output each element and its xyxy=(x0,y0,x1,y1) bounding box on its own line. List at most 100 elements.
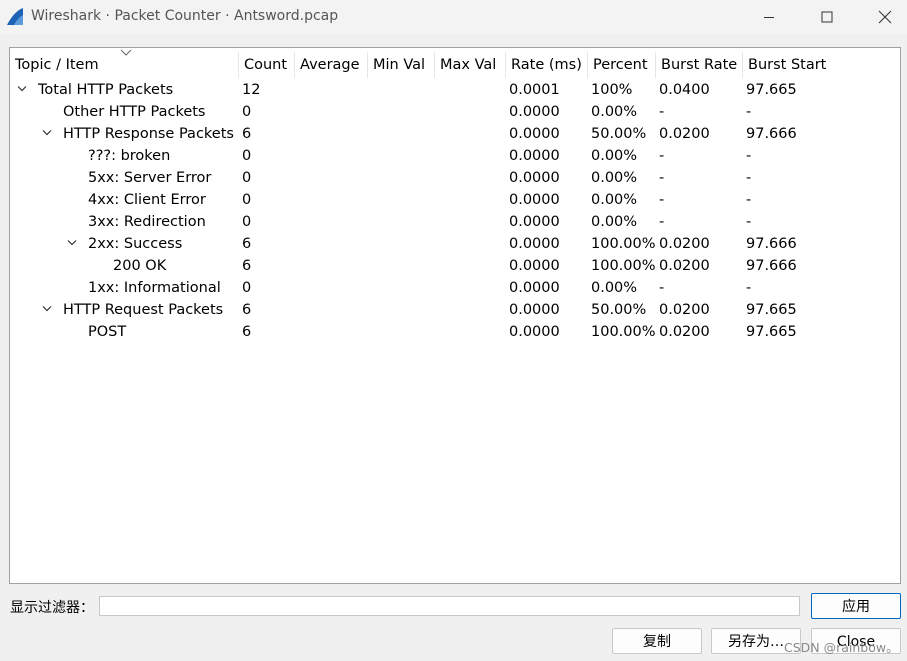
burst-start-value: 97.666 xyxy=(746,126,797,142)
burst-rate-value: 0.0200 xyxy=(659,324,710,340)
column-header-rate[interactable]: Rate (ms) xyxy=(506,52,588,78)
percent-value: 50.00% xyxy=(591,302,647,318)
chevron-down-icon[interactable] xyxy=(17,85,27,93)
column-header-topic[interactable]: Topic / Item xyxy=(10,52,239,78)
rate-value: 0.0000 xyxy=(509,324,560,340)
window-title: Wireshark · Packet Counter · Antsword.pc… xyxy=(31,8,339,24)
chevron-down-icon[interactable] xyxy=(42,129,52,137)
rate-value: 0.0000 xyxy=(509,258,560,274)
item-label: HTTP Request Packets xyxy=(63,302,224,318)
burst-start-value: 97.666 xyxy=(746,236,797,252)
item-label: 2xx: Success xyxy=(88,236,183,252)
column-header-burst-start[interactable]: Burst Start xyxy=(743,52,900,78)
column-header-min-val[interactable]: Min Val xyxy=(368,52,435,78)
minimize-button[interactable] xyxy=(746,0,792,34)
item-label: HTTP Response Packets xyxy=(63,126,234,142)
table-header: Topic / Item Count Average Min Val Max V… xyxy=(10,52,900,78)
count-value: 6 xyxy=(242,236,252,252)
count-value: 0 xyxy=(242,280,252,296)
burst-start-value: - xyxy=(746,148,752,164)
table-row[interactable]: 5xx: Server Error 0 0.0000 0.00% - - xyxy=(10,167,900,189)
burst-start-value: 97.665 xyxy=(746,302,797,318)
minimize-icon xyxy=(764,17,774,18)
rate-value: 0.0000 xyxy=(509,170,560,186)
item-label: POST xyxy=(88,324,127,340)
packet-counter-tree[interactable]: Topic / Item Count Average Min Val Max V… xyxy=(9,47,901,584)
item-label: 5xx: Server Error xyxy=(88,170,212,186)
table-row[interactable]: ???: broken 0 0.0000 0.00% - - xyxy=(10,145,900,167)
burst-start-value: - xyxy=(746,192,752,208)
table-row[interactable]: POST 6 0.0000 100.00% 0.0200 97.665 xyxy=(10,321,900,343)
burst-rate-value: - xyxy=(659,104,665,120)
column-header-average[interactable]: Average xyxy=(295,52,368,78)
table-row[interactable]: Total HTTP Packets 12 0.0001 100% 0.0400… xyxy=(10,79,900,101)
rate-value: 0.0001 xyxy=(509,82,560,98)
burst-rate-value: 0.0400 xyxy=(659,82,710,98)
item-label: 3xx: Redirection xyxy=(88,214,206,230)
copy-button[interactable]: 复制 xyxy=(612,628,702,654)
item-label: ???: broken xyxy=(88,148,171,164)
burst-start-value: - xyxy=(746,104,752,120)
shark-fin-icon xyxy=(7,8,23,25)
table-row[interactable]: 2xx: Success 6 0.0000 100.00% 0.0200 97.… xyxy=(10,233,900,255)
percent-value: 100% xyxy=(591,82,633,98)
column-header-burst-rate[interactable]: Burst Rate xyxy=(656,52,743,78)
table-row[interactable]: HTTP Request Packets 6 0.0000 50.00% 0.0… xyxy=(10,299,900,321)
rate-value: 0.0000 xyxy=(509,236,560,252)
table-row[interactable]: Other HTTP Packets 0 0.0000 0.00% - - xyxy=(10,101,900,123)
watermark-text: CSDN @rainbow。 xyxy=(784,640,899,655)
chevron-down-icon[interactable] xyxy=(67,239,77,247)
burst-start-value: 97.666 xyxy=(746,258,797,274)
burst-start-value: 97.665 xyxy=(746,324,797,340)
count-value: 6 xyxy=(242,258,252,274)
percent-value: 0.00% xyxy=(591,148,638,164)
count-value: 6 xyxy=(242,302,252,318)
burst-rate-value: - xyxy=(659,280,665,296)
close-icon xyxy=(878,10,892,24)
table-row[interactable]: 1xx: Informational 0 0.0000 0.00% - - xyxy=(10,277,900,299)
count-value: 0 xyxy=(242,170,252,186)
display-filter-input[interactable] xyxy=(99,596,800,616)
percent-value: 100.00% xyxy=(591,324,656,340)
burst-rate-value: 0.0200 xyxy=(659,126,710,142)
column-header-percent[interactable]: Percent xyxy=(588,52,656,78)
rate-value: 0.0000 xyxy=(509,104,560,120)
burst-start-value: - xyxy=(746,214,752,230)
burst-rate-value: - xyxy=(659,214,665,230)
close-window-button[interactable] xyxy=(862,0,907,34)
burst-rate-value: - xyxy=(659,170,665,186)
count-value: 0 xyxy=(242,104,252,120)
item-label: 1xx: Informational xyxy=(88,280,221,296)
count-value: 6 xyxy=(242,126,252,142)
percent-value: 0.00% xyxy=(591,170,638,186)
percent-value: 0.00% xyxy=(591,104,638,120)
percent-value: 0.00% xyxy=(591,280,638,296)
table-row[interactable]: HTTP Response Packets 6 0.0000 50.00% 0.… xyxy=(10,123,900,145)
title-bar: Wireshark · Packet Counter · Antsword.pc… xyxy=(0,0,907,34)
rate-value: 0.0000 xyxy=(509,302,560,318)
rate-value: 0.0000 xyxy=(509,126,560,142)
item-label: Total HTTP Packets xyxy=(38,82,174,98)
percent-value: 100.00% xyxy=(591,258,656,274)
percent-value: 100.00% xyxy=(591,236,656,252)
percent-value: 0.00% xyxy=(591,192,638,208)
table-row[interactable]: 3xx: Redirection 0 0.0000 0.00% - - xyxy=(10,211,900,233)
item-label: 4xx: Client Error xyxy=(88,192,206,208)
burst-rate-value: 0.0200 xyxy=(659,258,710,274)
rate-value: 0.0000 xyxy=(509,280,560,296)
table-row[interactable]: 4xx: Client Error 0 0.0000 0.00% - - xyxy=(10,189,900,211)
burst-start-value: - xyxy=(746,170,752,186)
rate-value: 0.0000 xyxy=(509,148,560,164)
burst-rate-value: 0.0200 xyxy=(659,236,710,252)
column-header-max-val[interactable]: Max Val xyxy=(435,52,506,78)
chevron-down-icon[interactable] xyxy=(42,305,52,313)
column-header-count[interactable]: Count xyxy=(239,52,295,78)
maximize-button[interactable] xyxy=(804,0,850,34)
count-value: 12 xyxy=(242,82,261,98)
table-row[interactable]: 200 OK 6 0.0000 100.00% 0.0200 97.666 xyxy=(10,255,900,277)
percent-value: 0.00% xyxy=(591,214,638,230)
percent-value: 50.00% xyxy=(591,126,647,142)
apply-button[interactable]: 应用 xyxy=(811,593,901,619)
item-label: Other HTTP Packets xyxy=(63,104,206,120)
burst-rate-value: - xyxy=(659,192,665,208)
